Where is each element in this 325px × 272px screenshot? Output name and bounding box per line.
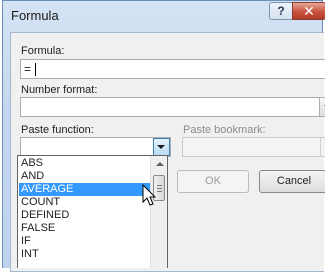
list-scrollbar[interactable] — [150, 156, 167, 268]
paste-bookmark-label: Paste bookmark: — [183, 124, 266, 136]
chevron-down-icon — [157, 145, 165, 149]
close-button[interactable]: ✕ — [292, 2, 325, 20]
mouse-pointer-icon — [142, 184, 157, 206]
list-item[interactable]: IF — [19, 235, 151, 248]
list-item[interactable]: AND — [19, 170, 151, 183]
paste-function-dropdown-button[interactable] — [153, 138, 170, 156]
title-bar[interactable]: Formula ? ✕ — [3, 1, 325, 31]
scroll-up-arrow-icon[interactable] — [156, 162, 164, 166]
ok-button[interactable]: OK — [177, 170, 249, 193]
list-item[interactable]: INT — [19, 248, 151, 261]
cancel-button[interactable]: Cancel — [259, 170, 325, 193]
list-item[interactable]: COUNT — [19, 196, 151, 209]
list-item[interactable]: ABS — [19, 157, 151, 170]
formula-label: Formula: — [21, 45, 65, 57]
dialog-title: Formula — [11, 8, 59, 23]
list-item[interactable]: DEFINED — [19, 209, 151, 222]
formula-value: = — [24, 62, 32, 76]
help-button[interactable]: ? — [269, 2, 292, 20]
formula-input[interactable]: = — [20, 59, 325, 79]
number-format-label: Number format: — [21, 84, 98, 96]
paste-function-label: Paste function: — [21, 124, 94, 136]
paste-bookmark-combo[interactable] — [182, 137, 325, 157]
paste-function-combo[interactable] — [20, 137, 171, 157]
number-format-combo[interactable] — [20, 97, 325, 117]
text-caret — [35, 63, 36, 76]
paste-bookmark-dropdown-button[interactable] — [320, 138, 325, 156]
list-item-selected[interactable]: AVERAGE — [19, 183, 151, 196]
list-item[interactable]: FALSE — [19, 222, 151, 235]
paste-function-list[interactable]: ABS AND AVERAGE COUNT DEFINED FALSE IF I… — [17, 155, 168, 268]
number-format-dropdown-button[interactable] — [319, 98, 325, 116]
